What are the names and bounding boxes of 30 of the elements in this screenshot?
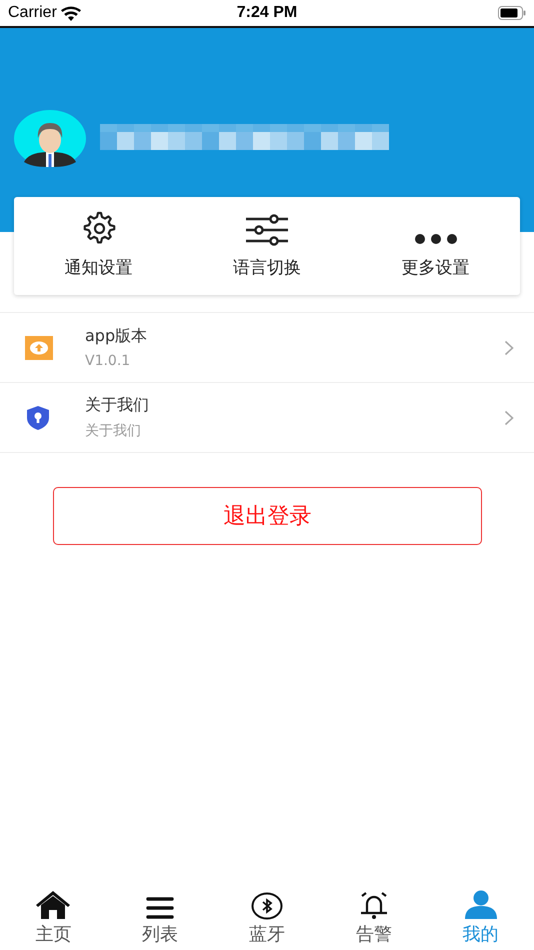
logout-button[interactable]: 退出登录 xyxy=(53,487,482,545)
quick-action-button[interactable]: 语言切换 xyxy=(182,197,352,295)
bluetooth-icon xyxy=(250,892,283,920)
quick-action-button[interactable]: 通知设置 xyxy=(14,197,183,295)
wifi-icon xyxy=(60,6,81,20)
tab[interactable]: 列表 xyxy=(106,880,214,950)
home-icon xyxy=(35,890,72,920)
menu-title: 关于我们 xyxy=(85,395,150,416)
chevron-icon xyxy=(504,340,514,356)
avatar xyxy=(14,110,86,167)
chevron-icon xyxy=(504,410,514,426)
status-time: 7:24 PM xyxy=(236,4,298,21)
menu-title: app版本 xyxy=(85,326,148,347)
menu-row[interactable]: 关于我们 关于我们 xyxy=(0,383,534,453)
carrier-label: Carrier xyxy=(8,4,57,22)
menu-subtitle: V1.0.1 xyxy=(85,353,132,369)
quick-action-button[interactable]: 更多设置 xyxy=(351,197,520,295)
menu-icon xyxy=(146,896,174,920)
shield-icon xyxy=(25,404,51,430)
person-icon xyxy=(464,890,498,920)
tab[interactable]: 告警 xyxy=(320,880,428,950)
menu-subtitle: 关于我们 xyxy=(85,422,142,440)
tab[interactable]: 我的 xyxy=(427,880,534,950)
tab[interactable]: 主页 xyxy=(0,880,107,950)
sliders-icon xyxy=(244,214,289,246)
more-icon xyxy=(414,232,458,246)
tab[interactable]: 蓝牙 xyxy=(214,880,320,950)
menu-row[interactable]: app版本 V1.0.1 xyxy=(0,313,534,383)
battery-icon xyxy=(498,6,526,20)
upload-icon xyxy=(25,336,53,360)
